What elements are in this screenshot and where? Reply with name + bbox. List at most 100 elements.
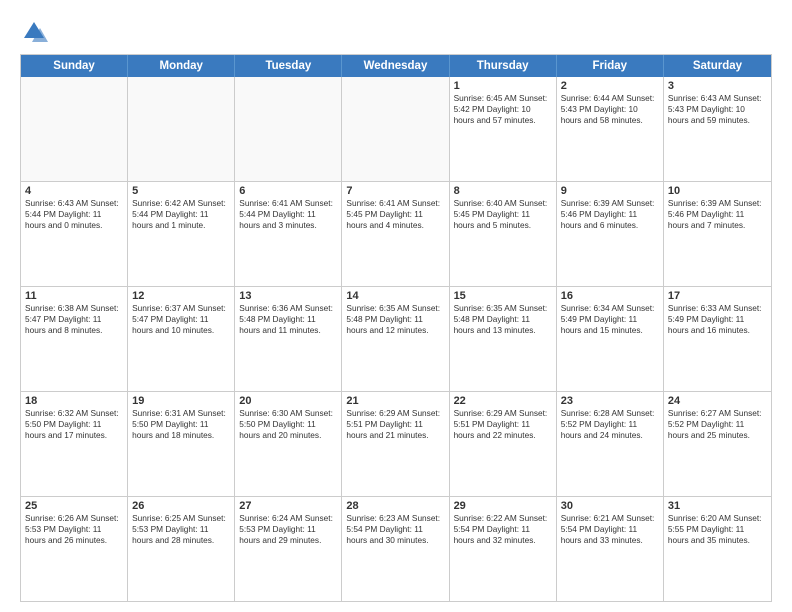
week-row-1: 1Sunrise: 6:45 AM Sunset: 5:42 PM Daylig… — [21, 77, 771, 182]
day-number: 25 — [25, 500, 123, 512]
header — [20, 18, 772, 46]
day-number: 6 — [239, 185, 337, 197]
cal-cell: 4Sunrise: 6:43 AM Sunset: 5:44 PM Daylig… — [21, 182, 128, 286]
cal-cell: 20Sunrise: 6:30 AM Sunset: 5:50 PM Dayli… — [235, 392, 342, 496]
day-info: Sunrise: 6:25 AM Sunset: 5:53 PM Dayligh… — [132, 513, 230, 547]
cal-cell: 12Sunrise: 6:37 AM Sunset: 5:47 PM Dayli… — [128, 287, 235, 391]
day-info: Sunrise: 6:44 AM Sunset: 5:43 PM Dayligh… — [561, 93, 659, 127]
day-number: 29 — [454, 500, 552, 512]
day-number: 28 — [346, 500, 444, 512]
day-number: 19 — [132, 395, 230, 407]
day-number: 22 — [454, 395, 552, 407]
day-number: 1 — [454, 80, 552, 92]
day-info: Sunrise: 6:36 AM Sunset: 5:48 PM Dayligh… — [239, 303, 337, 337]
day-info: Sunrise: 6:30 AM Sunset: 5:50 PM Dayligh… — [239, 408, 337, 442]
day-info: Sunrise: 6:39 AM Sunset: 5:46 PM Dayligh… — [561, 198, 659, 232]
cal-cell: 11Sunrise: 6:38 AM Sunset: 5:47 PM Dayli… — [21, 287, 128, 391]
week-row-2: 4Sunrise: 6:43 AM Sunset: 5:44 PM Daylig… — [21, 182, 771, 287]
day-number: 24 — [668, 395, 767, 407]
day-number: 7 — [346, 185, 444, 197]
cal-cell: 6Sunrise: 6:41 AM Sunset: 5:44 PM Daylig… — [235, 182, 342, 286]
day-info: Sunrise: 6:38 AM Sunset: 5:47 PM Dayligh… — [25, 303, 123, 337]
day-info: Sunrise: 6:35 AM Sunset: 5:48 PM Dayligh… — [454, 303, 552, 337]
cal-cell: 2Sunrise: 6:44 AM Sunset: 5:43 PM Daylig… — [557, 77, 664, 181]
cal-cell — [128, 77, 235, 181]
day-number: 3 — [668, 80, 767, 92]
cal-cell: 8Sunrise: 6:40 AM Sunset: 5:45 PM Daylig… — [450, 182, 557, 286]
day-info: Sunrise: 6:43 AM Sunset: 5:44 PM Dayligh… — [25, 198, 123, 232]
day-header-saturday: Saturday — [664, 55, 771, 77]
cal-cell: 26Sunrise: 6:25 AM Sunset: 5:53 PM Dayli… — [128, 497, 235, 601]
day-number: 8 — [454, 185, 552, 197]
day-info: Sunrise: 6:20 AM Sunset: 5:55 PM Dayligh… — [668, 513, 767, 547]
day-info: Sunrise: 6:32 AM Sunset: 5:50 PM Dayligh… — [25, 408, 123, 442]
cal-cell: 17Sunrise: 6:33 AM Sunset: 5:49 PM Dayli… — [664, 287, 771, 391]
cal-cell: 21Sunrise: 6:29 AM Sunset: 5:51 PM Dayli… — [342, 392, 449, 496]
day-info: Sunrise: 6:24 AM Sunset: 5:53 PM Dayligh… — [239, 513, 337, 547]
day-info: Sunrise: 6:21 AM Sunset: 5:54 PM Dayligh… — [561, 513, 659, 547]
day-info: Sunrise: 6:26 AM Sunset: 5:53 PM Dayligh… — [25, 513, 123, 547]
day-info: Sunrise: 6:45 AM Sunset: 5:42 PM Dayligh… — [454, 93, 552, 127]
day-number: 4 — [25, 185, 123, 197]
calendar: SundayMondayTuesdayWednesdayThursdayFrid… — [20, 54, 772, 602]
cal-cell: 24Sunrise: 6:27 AM Sunset: 5:52 PM Dayli… — [664, 392, 771, 496]
cal-cell: 7Sunrise: 6:41 AM Sunset: 5:45 PM Daylig… — [342, 182, 449, 286]
day-number: 26 — [132, 500, 230, 512]
day-info: Sunrise: 6:28 AM Sunset: 5:52 PM Dayligh… — [561, 408, 659, 442]
week-row-5: 25Sunrise: 6:26 AM Sunset: 5:53 PM Dayli… — [21, 497, 771, 601]
cal-cell: 9Sunrise: 6:39 AM Sunset: 5:46 PM Daylig… — [557, 182, 664, 286]
calendar-body: 1Sunrise: 6:45 AM Sunset: 5:42 PM Daylig… — [21, 77, 771, 601]
cal-cell: 18Sunrise: 6:32 AM Sunset: 5:50 PM Dayli… — [21, 392, 128, 496]
day-number: 20 — [239, 395, 337, 407]
day-number: 10 — [668, 185, 767, 197]
cal-cell: 13Sunrise: 6:36 AM Sunset: 5:48 PM Dayli… — [235, 287, 342, 391]
day-number: 21 — [346, 395, 444, 407]
day-info: Sunrise: 6:41 AM Sunset: 5:45 PM Dayligh… — [346, 198, 444, 232]
day-info: Sunrise: 6:35 AM Sunset: 5:48 PM Dayligh… — [346, 303, 444, 337]
cal-cell: 3Sunrise: 6:43 AM Sunset: 5:43 PM Daylig… — [664, 77, 771, 181]
day-number: 23 — [561, 395, 659, 407]
cal-cell — [21, 77, 128, 181]
day-header-sunday: Sunday — [21, 55, 128, 77]
cal-cell: 16Sunrise: 6:34 AM Sunset: 5:49 PM Dayli… — [557, 287, 664, 391]
page: SundayMondayTuesdayWednesdayThursdayFrid… — [0, 0, 792, 612]
cal-cell: 10Sunrise: 6:39 AM Sunset: 5:46 PM Dayli… — [664, 182, 771, 286]
day-info: Sunrise: 6:41 AM Sunset: 5:44 PM Dayligh… — [239, 198, 337, 232]
day-info: Sunrise: 6:40 AM Sunset: 5:45 PM Dayligh… — [454, 198, 552, 232]
cal-cell: 14Sunrise: 6:35 AM Sunset: 5:48 PM Dayli… — [342, 287, 449, 391]
cal-cell: 28Sunrise: 6:23 AM Sunset: 5:54 PM Dayli… — [342, 497, 449, 601]
cal-cell: 23Sunrise: 6:28 AM Sunset: 5:52 PM Dayli… — [557, 392, 664, 496]
day-header-wednesday: Wednesday — [342, 55, 449, 77]
week-row-3: 11Sunrise: 6:38 AM Sunset: 5:47 PM Dayli… — [21, 287, 771, 392]
day-info: Sunrise: 6:29 AM Sunset: 5:51 PM Dayligh… — [346, 408, 444, 442]
cal-cell: 25Sunrise: 6:26 AM Sunset: 5:53 PM Dayli… — [21, 497, 128, 601]
day-number: 14 — [346, 290, 444, 302]
day-number: 18 — [25, 395, 123, 407]
cal-cell: 27Sunrise: 6:24 AM Sunset: 5:53 PM Dayli… — [235, 497, 342, 601]
day-number: 15 — [454, 290, 552, 302]
day-number: 9 — [561, 185, 659, 197]
cal-cell: 30Sunrise: 6:21 AM Sunset: 5:54 PM Dayli… — [557, 497, 664, 601]
day-header-friday: Friday — [557, 55, 664, 77]
day-number: 5 — [132, 185, 230, 197]
cal-cell: 29Sunrise: 6:22 AM Sunset: 5:54 PM Dayli… — [450, 497, 557, 601]
cal-cell: 22Sunrise: 6:29 AM Sunset: 5:51 PM Dayli… — [450, 392, 557, 496]
cal-cell: 31Sunrise: 6:20 AM Sunset: 5:55 PM Dayli… — [664, 497, 771, 601]
week-row-4: 18Sunrise: 6:32 AM Sunset: 5:50 PM Dayli… — [21, 392, 771, 497]
cal-cell: 15Sunrise: 6:35 AM Sunset: 5:48 PM Dayli… — [450, 287, 557, 391]
cal-cell: 5Sunrise: 6:42 AM Sunset: 5:44 PM Daylig… — [128, 182, 235, 286]
day-info: Sunrise: 6:37 AM Sunset: 5:47 PM Dayligh… — [132, 303, 230, 337]
day-info: Sunrise: 6:31 AM Sunset: 5:50 PM Dayligh… — [132, 408, 230, 442]
day-number: 30 — [561, 500, 659, 512]
day-number: 13 — [239, 290, 337, 302]
calendar-header: SundayMondayTuesdayWednesdayThursdayFrid… — [21, 55, 771, 77]
day-header-monday: Monday — [128, 55, 235, 77]
day-header-tuesday: Tuesday — [235, 55, 342, 77]
day-number: 11 — [25, 290, 123, 302]
day-info: Sunrise: 6:29 AM Sunset: 5:51 PM Dayligh… — [454, 408, 552, 442]
day-number: 2 — [561, 80, 659, 92]
day-info: Sunrise: 6:23 AM Sunset: 5:54 PM Dayligh… — [346, 513, 444, 547]
cal-cell: 1Sunrise: 6:45 AM Sunset: 5:42 PM Daylig… — [450, 77, 557, 181]
day-info: Sunrise: 6:34 AM Sunset: 5:49 PM Dayligh… — [561, 303, 659, 337]
day-info: Sunrise: 6:43 AM Sunset: 5:43 PM Dayligh… — [668, 93, 767, 127]
